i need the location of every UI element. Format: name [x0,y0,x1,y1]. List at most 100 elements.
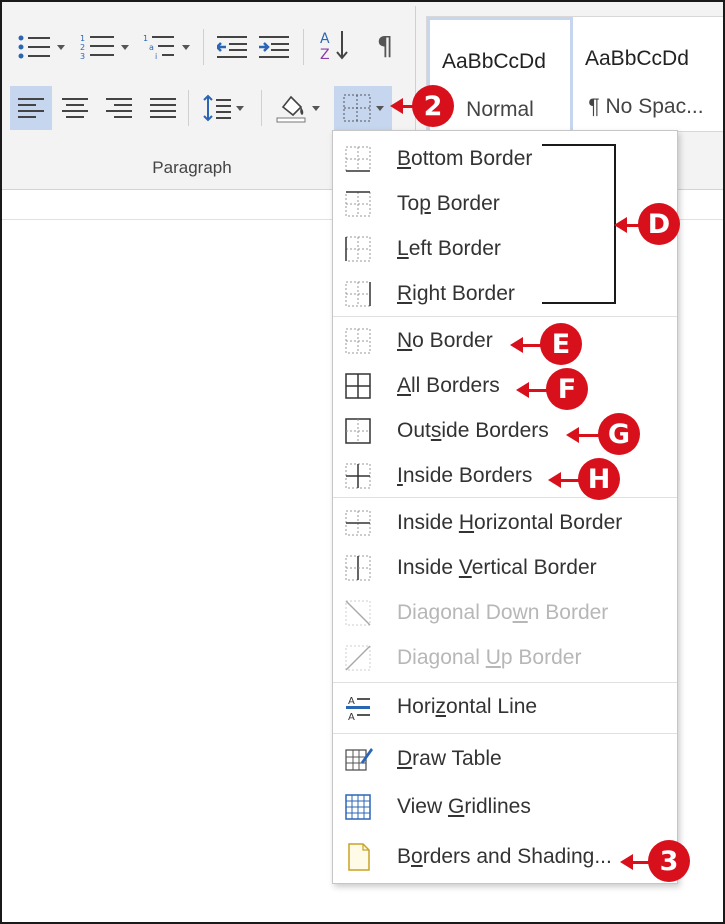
line-spacing-button[interactable] [194,86,252,130]
svg-text:A: A [348,712,355,722]
justify-icon [150,98,176,118]
pilcrow-icon: ¶ [376,32,394,62]
menu-item-bottom-border[interactable]: Bottom Border [333,137,677,181]
no-border-icon [343,326,373,356]
svg-text:A: A [320,31,330,47]
svg-text:1: 1 [80,34,85,43]
menu-item-inside-horizontal-border[interactable]: Inside Horizontal Border [333,501,677,545]
svg-text:i: i [155,52,157,61]
multilevel-list-button[interactable]: 1 a i [138,28,194,66]
decrease-indent-button[interactable] [212,28,252,66]
chevron-down-icon [235,105,244,111]
numbering-button[interactable]: 1 2 3 [74,28,134,66]
borders-dropdown-menu: Bottom Border Top Border Left Border Right … [332,130,678,884]
justify-button[interactable] [142,86,184,130]
align-right-button[interactable] [98,86,140,130]
style-sample: AaBbCcDd [442,50,546,73]
svg-text:A: A [348,696,355,707]
increase-indent-icon [259,36,289,58]
align-center-button[interactable] [54,86,96,130]
top-border-icon [343,189,373,219]
menu-item-label: Horizontal Line [397,695,538,718]
callout-2: 2 [412,85,454,127]
chevron-down-icon [120,44,129,50]
all-borders-icon [343,371,373,401]
line-spacing-icon [202,94,231,122]
bullets-icon [18,35,50,59]
svg-text:a: a [149,43,154,52]
inside-vertical-border-icon [343,553,373,583]
horizontal-line-icon: AA [343,692,373,723]
callout-G: G [598,413,640,455]
style-name: ¶ No Spac... [588,95,704,118]
chevron-down-icon [311,105,320,111]
numbering-icon: 1 2 3 [80,34,114,61]
svg-text:2: 2 [80,43,85,52]
paragraph-group-label: Paragraph [152,158,232,177]
callout-D: D [638,203,680,245]
styles-gallery: AaBbCcDd Normal AaBbCcDd ¶ No Spac... [426,16,723,133]
menu-item-label: Borders and Shading... [397,845,612,868]
sort-az-icon: A Z [320,31,348,61]
svg-text:1: 1 [143,34,148,43]
menu-item-diagonal-down-border: Diagonal Down Border [333,591,677,635]
menu-item-horizontal-line[interactable]: A A Horizontal Line [333,685,677,729]
menu-item-label: Outside Borders [397,419,549,442]
bottom-border-icon [343,144,373,174]
inside-borders-icon [343,461,373,491]
word-window: 1 2 3 1 a i A Z ¶ Paragraph AaBbCcDd Nor… [0,0,725,924]
menu-item-inside-borders[interactable]: Inside Borders [333,454,677,498]
svg-text:3: 3 [80,52,85,61]
chevron-down-icon [375,105,384,111]
style-no-spacing[interactable]: AaBbCcDd ¶ No Spac... [573,17,719,133]
outside-borders-icon [343,416,373,446]
draw-table-icon [343,744,373,774]
menu-item-label: Bottom Border [397,147,533,170]
menu-item-label: Inside Horizontal Border [397,511,623,534]
align-left-icon [18,98,44,118]
chevron-down-icon [56,44,65,50]
view-gridlines-icon [343,792,373,822]
svg-text:Z: Z [320,47,330,61]
menu-item-label: Inside Borders [397,464,533,487]
menu-item-view-gridlines[interactable]: View Gridlines [333,785,677,829]
borders-icon [343,94,370,122]
shading-button[interactable] [268,86,326,130]
sort-button[interactable]: A Z [312,26,356,64]
menu-item-label: Diagonal Up Border [397,646,582,669]
menu-item-inside-vertical-border[interactable]: Inside Vertical Border [333,546,677,590]
menu-item-label: No Border [397,329,493,352]
borders-button[interactable] [334,86,392,130]
menu-item-right-border[interactable]: Right Border [333,272,677,316]
menu-item-label: Diagonal Down Border [397,601,609,624]
menu-item-draw-table[interactable]: Draw Table [333,737,677,781]
menu-item-left-border[interactable]: Left Border [333,227,677,271]
diagonal-down-border-icon [343,598,373,628]
increase-indent-button[interactable] [254,28,294,66]
callout-F: F [546,368,588,410]
align-right-icon [106,98,132,118]
menu-item-all-borders[interactable]: All Borders [333,364,677,408]
style-sample: AaBbCcDd [585,47,689,70]
align-left-button[interactable] [10,86,52,130]
menu-item-label: Left Border [397,237,501,260]
bullets-button[interactable] [10,28,70,66]
align-center-icon [62,98,88,118]
paint-bucket-icon [276,95,305,123]
menu-item-label: View Gridlines [397,795,531,818]
menu-item-label: Right Border [397,282,515,305]
diagonal-up-border-icon [343,643,373,673]
callout-E: E [540,323,582,365]
borders-and-shading-icon [343,842,373,872]
menu-item-no-border[interactable]: No Border [333,319,677,363]
callout-H: H [578,458,620,500]
right-border-icon [343,279,373,309]
menu-item-label: Draw Table [397,747,502,770]
decrease-indent-icon [217,36,247,58]
inside-horizontal-border-icon [343,508,373,538]
show-formatting-button[interactable]: ¶ [364,28,406,66]
chevron-down-icon [181,44,190,50]
bracket [542,144,616,304]
multilevel-list-icon: 1 a i [143,34,174,61]
menu-item-label: All Borders [397,374,500,397]
